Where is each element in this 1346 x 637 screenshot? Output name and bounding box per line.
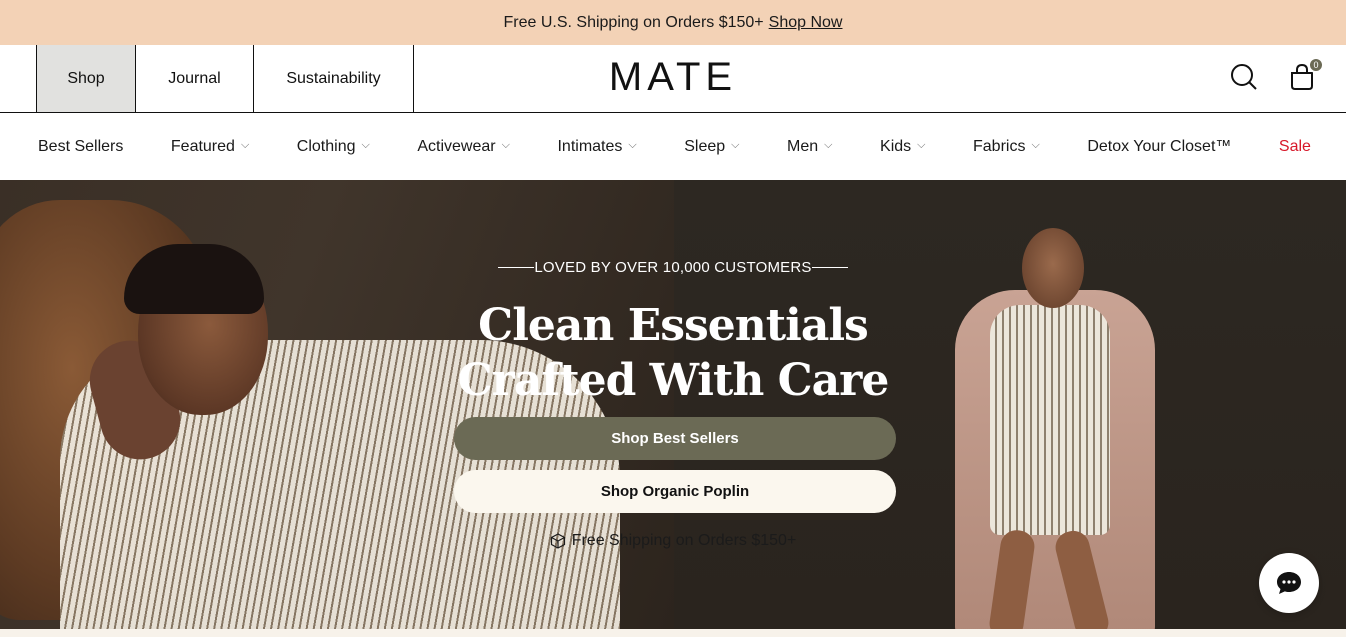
shop-organic-poplin-button[interactable]: Shop Organic Poplin bbox=[454, 470, 896, 513]
nav-detox-your-closet[interactable]: Detox Your Closet™ bbox=[1087, 138, 1231, 156]
nav-label: Best Sellers bbox=[38, 137, 124, 155]
box-icon bbox=[550, 533, 565, 549]
nav-sale[interactable]: Sale bbox=[1279, 138, 1311, 156]
main-nav: Best Sellers Featured ⌵ Clothing ⌵ Activew… bbox=[0, 113, 1346, 180]
site-header: Shop Journal Sustainability MATE 0 bbox=[0, 45, 1346, 113]
search-icon bbox=[1231, 64, 1257, 90]
nav-label: Detox Your Closet™ bbox=[1087, 137, 1232, 155]
chevron-down-icon: ⌵ bbox=[361, 139, 370, 151]
promo-banner: Free U.S. Shipping on Orders $150+ Shop … bbox=[0, 0, 1346, 45]
eyebrow-text: LOVED BY OVER 10,000 CUSTOMERS bbox=[534, 259, 812, 276]
nav-men[interactable]: Men ⌵ bbox=[787, 138, 832, 156]
free-shipping-note: Free Shipping on Orders $150+ bbox=[0, 532, 1346, 550]
hero-title-line: Crafted With Care bbox=[457, 355, 890, 406]
chevron-down-icon: ⌵ bbox=[628, 139, 637, 151]
divider bbox=[498, 267, 535, 268]
hero-content: LOVED BY OVER 10,000 CUSTOMERS Clean Ess… bbox=[0, 180, 1346, 637]
hero-title-line: Clean Essentials bbox=[478, 300, 869, 351]
site-logo[interactable]: MATE bbox=[0, 55, 1346, 100]
cart-button[interactable]: 0 bbox=[1286, 57, 1324, 93]
free-shipping-text: Free Shipping on Orders $150+ bbox=[571, 532, 797, 549]
chevron-down-icon: ⌵ bbox=[1031, 139, 1040, 151]
header-actions: 0 bbox=[1228, 57, 1324, 93]
nav-featured[interactable]: Featured ⌵ bbox=[171, 138, 249, 156]
hero-banner: LOVED BY OVER 10,000 CUSTOMERS Clean Ess… bbox=[0, 180, 1346, 637]
chevron-down-icon: ⌵ bbox=[501, 139, 510, 151]
nav-best-sellers[interactable]: Best Sellers bbox=[38, 138, 123, 156]
divider bbox=[811, 267, 848, 268]
cart-count-badge: 0 bbox=[1308, 57, 1324, 73]
nav-activewear[interactable]: Activewear ⌵ bbox=[417, 138, 510, 156]
chevron-down-icon: ⌵ bbox=[731, 139, 740, 151]
nav-label: Activewear bbox=[417, 137, 496, 155]
nav-clothing[interactable]: Clothing ⌵ bbox=[297, 138, 370, 156]
nav-label: Clothing bbox=[296, 137, 356, 155]
chat-icon bbox=[1277, 572, 1301, 594]
chat-button[interactable] bbox=[1259, 553, 1319, 613]
promo-text: Free U.S. Shipping on Orders $150+ bbox=[503, 13, 764, 31]
nav-kids[interactable]: Kids ⌵ bbox=[880, 138, 925, 156]
nav-fabrics[interactable]: Fabrics ⌵ bbox=[973, 138, 1040, 156]
nav-label: Men bbox=[787, 137, 819, 155]
chevron-down-icon: ⌵ bbox=[917, 139, 926, 151]
chevron-down-icon: ⌵ bbox=[240, 139, 250, 151]
nav-label: Sale bbox=[1278, 137, 1311, 155]
hero-eyebrow: LOVED BY OVER 10,000 CUSTOMERS bbox=[0, 259, 1346, 276]
nav-sleep[interactable]: Sleep ⌵ bbox=[684, 138, 739, 156]
nav-label: Kids bbox=[880, 137, 912, 155]
section-edge bbox=[0, 629, 1346, 637]
nav-label: Sleep bbox=[684, 137, 726, 155]
shop-now-link[interactable]: Shop Now bbox=[769, 14, 843, 32]
nav-label: Fabrics bbox=[973, 137, 1026, 155]
search-button[interactable] bbox=[1228, 61, 1260, 93]
nav-label: Intimates bbox=[557, 137, 623, 155]
hero-title: Clean Essentials Crafted With Care bbox=[0, 298, 1346, 408]
nav-intimates[interactable]: Intimates ⌵ bbox=[557, 138, 636, 156]
nav-label: Featured bbox=[170, 137, 235, 155]
shop-best-sellers-button[interactable]: Shop Best Sellers bbox=[454, 417, 896, 460]
chevron-down-icon: ⌵ bbox=[824, 139, 833, 151]
